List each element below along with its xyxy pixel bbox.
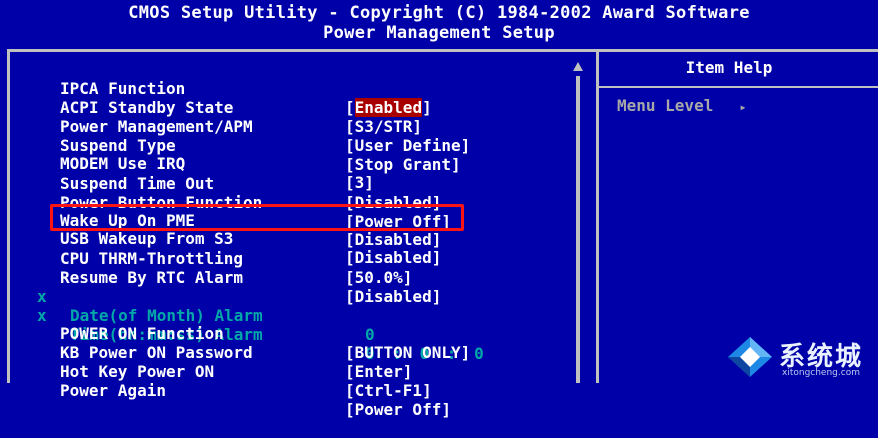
setting-label: MODEM Use IRQ xyxy=(60,154,186,173)
setting-power-again[interactable]: Power Again [Power Off] xyxy=(0,362,451,419)
setting-time-alarm: x Time(hh:mm:ss) Alarm 0 : 0 : 0 xyxy=(0,287,484,363)
setting-kb-power-on-password[interactable]: KB Power ON Password [Enter] xyxy=(0,324,412,381)
title-bar: CMOS Setup Utility - Copyright (C) 1984-… xyxy=(0,0,878,48)
annotation-highlight-box xyxy=(50,204,464,231)
setting-label: CPU THRM-Throttling xyxy=(60,249,244,268)
setting-value[interactable]: [Enabled] xyxy=(345,98,432,117)
setting-label: Hot Key Power ON xyxy=(60,362,215,381)
setting-value[interactable]: [S3/STR] xyxy=(345,117,422,136)
setting-modem-use-irq[interactable]: MODEM Use IRQ [3] xyxy=(0,135,374,192)
setting-value[interactable]: [50.0%] xyxy=(345,268,412,287)
scrollbar[interactable] xyxy=(573,62,583,383)
setting-wake-up-on-pme[interactable]: Wake Up On PME [Disabled] xyxy=(0,192,441,249)
watermark: 系统城 xitongcheng.com xyxy=(726,331,876,381)
setting-label: USB Wakeup From S3 xyxy=(60,229,234,248)
selected-value[interactable]: Enabled xyxy=(354,98,423,117)
setting-usb-wakeup-from-s3[interactable]: USB Wakeup From S3 [Disabled] xyxy=(0,210,441,267)
setting-value[interactable]: [3] xyxy=(345,173,374,192)
setting-label: Power Management/APM xyxy=(60,117,253,136)
watermark-url: xitongcheng.com xyxy=(782,368,860,378)
setting-suspend-type[interactable]: Suspend Type [Stop Grant] xyxy=(0,117,461,174)
xitongcheng-logo-icon xyxy=(728,337,772,377)
setting-value[interactable]: [Stop Grant] xyxy=(345,155,461,174)
setting-label: ACPI Standby State xyxy=(60,98,234,117)
item-help-title: Item Help xyxy=(685,58,773,77)
setting-value[interactable]: [Disabled] xyxy=(345,287,441,306)
setting-value[interactable]: [User Define] xyxy=(345,136,470,155)
setting-power-management-apm[interactable]: Power Management/APM [User Define] xyxy=(0,98,470,155)
setting-value[interactable]: [Power Off] xyxy=(345,400,451,419)
setting-label: POWER ON Function xyxy=(60,324,224,343)
setting-value[interactable]: [Disabled] xyxy=(345,230,441,249)
setting-date-alarm: x Date(of Month) Alarm 0 xyxy=(0,268,375,344)
utility-title: CMOS Setup Utility - Copyright (C) 1984-… xyxy=(128,3,750,23)
setting-value[interactable]: [Disabled] xyxy=(345,248,441,267)
setting-value: 0 xyxy=(365,325,375,344)
setting-label: KB Power ON Password xyxy=(60,343,253,362)
setting-acpi-standby-state[interactable]: ACPI Standby State [S3/STR] xyxy=(0,79,422,136)
setting-hot-key-power-on[interactable]: Hot Key Power ON [Ctrl-F1] xyxy=(0,343,432,400)
menu-level-label: Menu Level xyxy=(617,96,714,115)
setting-cpu-thrm-throttling[interactable]: CPU THRM-Throttling [50.0%] xyxy=(0,230,412,287)
setting-power-on-function[interactable]: POWER ON Function [BUTTON ONLY] xyxy=(0,305,470,362)
scroll-track[interactable] xyxy=(576,76,580,383)
setting-label: IPCA Function xyxy=(60,79,186,98)
menu-level: Menu Level ▸ xyxy=(617,96,747,115)
menu-level-arrow-icon: ▸ xyxy=(739,100,747,114)
setting-label: Resume By RTC Alarm xyxy=(60,268,244,287)
setting-resume-by-rtc-alarm[interactable]: Resume By RTC Alarm [Disabled] xyxy=(0,249,441,306)
setting-value[interactable]: [Enter] xyxy=(345,362,412,381)
page-title: Power Management Setup xyxy=(323,23,555,43)
setting-label: Suspend Time Out xyxy=(60,174,215,193)
setting-power-button-function[interactable]: Power Button Function [Power Off] xyxy=(0,174,451,231)
setting-label: Suspend Type xyxy=(60,136,176,155)
setting-ipca-function[interactable]: IPCA Function [Enabled] xyxy=(0,60,432,117)
setting-value[interactable]: [BUTTON ONLY] xyxy=(345,343,470,362)
setting-suspend-time-out[interactable]: Suspend Time Out [Disabled] xyxy=(0,155,441,212)
panel-divider xyxy=(596,52,599,383)
setting-label: Date(of Month) Alarm xyxy=(70,306,263,325)
help-separator xyxy=(599,86,878,88)
setting-label: Power Again xyxy=(60,381,166,400)
setting-value[interactable]: [Ctrl-F1] xyxy=(345,381,432,400)
scroll-up-arrow-icon[interactable] xyxy=(573,62,583,71)
